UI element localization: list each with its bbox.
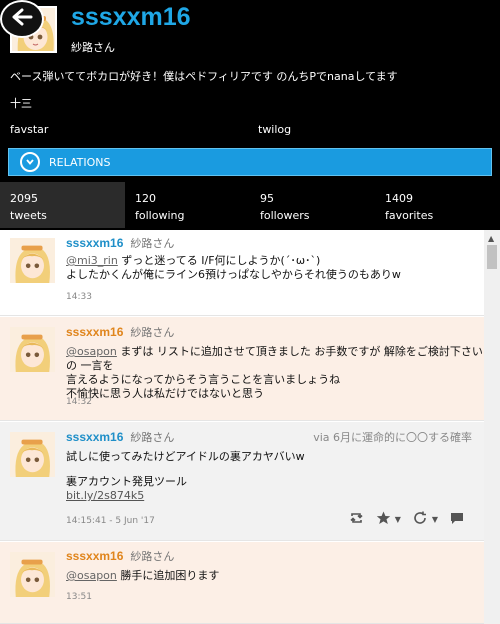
tweet-avatar[interactable]: [10, 327, 55, 372]
reply-icon: [450, 510, 464, 529]
tweet-link[interactable]: bit.ly/2s874k5: [66, 489, 305, 503]
stat-label: favorites: [385, 209, 434, 222]
tweet-item[interactable]: sssxxm16 紗路さん @mi3_rin ずっと迷ってる I/F何にしようか(…: [0, 230, 484, 316]
refresh-icon: [413, 510, 428, 529]
twilog-link[interactable]: twilog: [258, 123, 291, 136]
relations-arrow-icon: [20, 152, 40, 172]
stat-count: 120: [135, 192, 156, 205]
profile-stats: 2095 tweets 120 following 95 followers 1…: [0, 182, 500, 228]
tweet-timestamp[interactable]: 14:33: [66, 292, 92, 302]
tweet-item[interactable]: sssxxm16 紗路さん @osapon まずは リストに追加させて頂きました …: [0, 317, 484, 421]
tweet-item[interactable]: sssxxm16 紗路さん @osapon 勝手に追加困ります 13:51: [0, 542, 484, 624]
tweet-text: 試しに使ってみたけどアイドルの裏アカヤバいw 裏アカウント発見ツール bit.l…: [66, 450, 305, 503]
tweet-text-line: 裏アカウント発見ツール: [66, 475, 187, 488]
favorite-button[interactable]: ▼: [376, 510, 401, 529]
reply-button[interactable]: [450, 510, 464, 529]
favstar-link[interactable]: favstar: [10, 123, 48, 136]
scrollbar-thumb[interactable]: [487, 245, 497, 269]
tweet-text: @osapon 勝手に追加困ります: [66, 569, 219, 583]
tweet-timestamp[interactable]: 14:32: [66, 397, 92, 407]
profile-display-name: 紗路さん: [71, 41, 115, 54]
stat-count: 1409: [385, 192, 413, 205]
tweet-text-line: 勝手に追加困ります: [116, 569, 220, 582]
stat-label: following: [135, 209, 185, 222]
stat-following[interactable]: 120 following: [125, 182, 250, 228]
retweet-button[interactable]: [349, 510, 364, 529]
tweet-text-line: まずは リストに追加させて頂きました お手数ですが 解除をご検討下さいの 一言を: [66, 345, 483, 372]
tweet-display-name: 紗路さん: [130, 326, 175, 339]
stat-count: 2095: [10, 192, 38, 205]
tweet-timestamp[interactable]: 14:15:41 - 5 Jun '17: [66, 516, 155, 526]
tweet-header: sssxxm16 紗路さん: [66, 548, 174, 564]
back-button[interactable]: [0, 0, 44, 38]
back-arrow-icon: [11, 8, 33, 30]
tweet-screen-name[interactable]: sssxxm16: [66, 430, 123, 444]
tweet-via-source[interactable]: via 6月に運命的に〇〇する確率: [313, 429, 472, 445]
profile-bio: ベース弾いててボカロが好き！僕はペドフィリアです のんちPでnanaしてます: [10, 70, 398, 83]
tweet-timestamp[interactable]: 13:51: [66, 592, 92, 602]
chevron-down-icon[interactable]: ▼: [432, 515, 438, 524]
favorite-star-icon: [376, 510, 391, 529]
scroll-up-icon[interactable]: ▲: [488, 234, 494, 243]
tweet-display-name: 紗路さん: [130, 550, 175, 563]
tweet-mention[interactable]: @osapon: [66, 569, 117, 582]
tweet-avatar[interactable]: [10, 238, 55, 283]
tweet-text-line: 言えるようになってからそう言うことを言いましょうね: [66, 373, 341, 386]
tweet-avatar[interactable]: [10, 432, 55, 477]
timeline-scrollbar[interactable]: ▲: [484, 230, 500, 624]
tweet-header: sssxxm16 紗路さん: [66, 324, 174, 340]
tweet-text-line: よしたかくんが俺にライン6預けっぱなしやからそれ使うのもありw: [66, 268, 401, 281]
tweet-actions: ▼ ▼: [349, 510, 464, 529]
tweet-screen-name[interactable]: sssxxm16: [66, 236, 123, 250]
stat-followers[interactable]: 95 followers: [250, 182, 375, 228]
tweet-text-line: ずっと迷ってる I/F何にしようか(´･ω･`): [117, 254, 321, 267]
relations-expander[interactable]: RELATIONS: [8, 148, 492, 176]
tweet-text: @osapon まずは リストに追加させて頂きました お手数ですが 解除をご検討…: [66, 345, 484, 401]
stat-favorites[interactable]: 1409 favorites: [375, 182, 500, 228]
retweet-icon: [349, 510, 364, 529]
tweet-display-name: 紗路さん: [130, 431, 175, 444]
tweet-text: @mi3_rin ずっと迷ってる I/F何にしようか(´･ω･`) よしたかくん…: [66, 254, 401, 282]
tweet-text-line: 不愉快に思う人は私だけではないと思う: [66, 387, 264, 400]
profile-screen-name: sssxxm16: [71, 3, 191, 31]
profile-location: 十三: [10, 97, 32, 110]
profile-header: sssxxm16 紗路さん ベース弾いててボカロが好き！僕はペドフィリアです の…: [0, 0, 500, 230]
tweet-avatar[interactable]: [10, 552, 55, 597]
stat-label: tweets: [10, 209, 47, 222]
reload-button[interactable]: ▼: [413, 510, 438, 529]
tweet-item[interactable]: sssxxm16 紗路さん via 6月に運命的に〇〇する確率 試しに使ってみたけ…: [0, 422, 484, 541]
stat-count: 95: [260, 192, 274, 205]
relations-label: RELATIONS: [49, 155, 111, 169]
tweet-mention[interactable]: @mi3_rin: [66, 254, 118, 267]
tweet-mention[interactable]: @osapon: [66, 345, 117, 358]
tweet-screen-name[interactable]: sssxxm16: [66, 325, 123, 339]
tweet-display-name: 紗路さん: [130, 237, 175, 250]
tweet-screen-name[interactable]: sssxxm16: [66, 549, 123, 563]
tweet-header: sssxxm16 紗路さん: [66, 429, 174, 445]
stat-label: followers: [260, 209, 310, 222]
tweet-timeline[interactable]: sssxxm16 紗路さん @mi3_rin ずっと迷ってる I/F何にしようか(…: [0, 230, 500, 624]
stat-tweets[interactable]: 2095 tweets: [0, 182, 125, 228]
tweet-text-line: 試しに使ってみたけどアイドルの裏アカヤバいw: [66, 450, 305, 463]
tweet-header: sssxxm16 紗路さん: [66, 235, 174, 251]
chevron-down-icon[interactable]: ▼: [395, 515, 401, 524]
